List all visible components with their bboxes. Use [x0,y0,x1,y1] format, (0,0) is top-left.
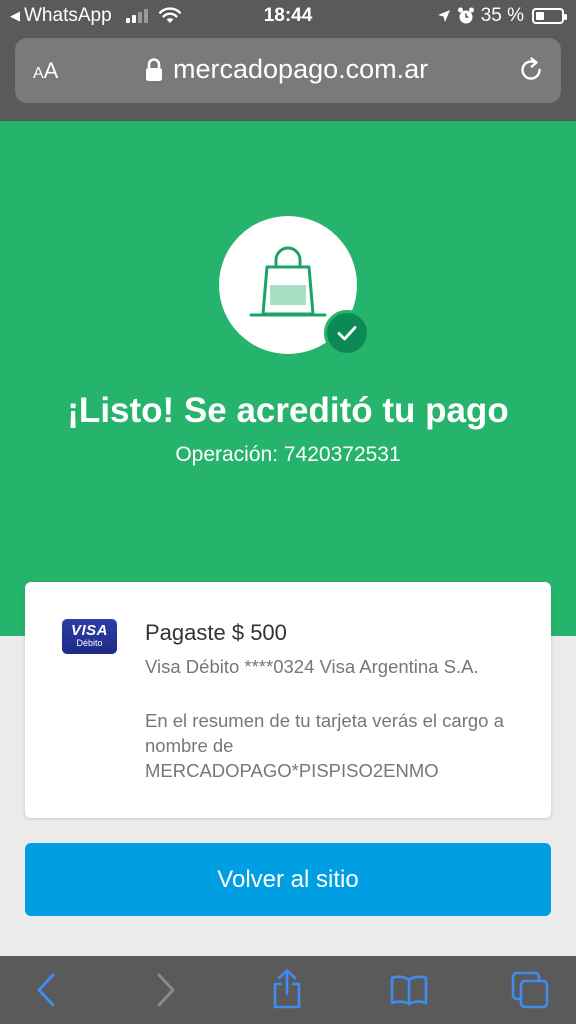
address-bar[interactable]: AA mercadopago.com.ar [15,38,561,103]
battery-fill [536,12,545,20]
tabs-icon[interactable] [510,970,550,1010]
success-check-badge [324,310,370,356]
alarm-icon [457,7,474,24]
battery-icon [532,8,567,24]
card-detail: Visa Débito ****0324 Visa Argentina S.A. [145,656,479,677]
share-icon[interactable] [270,968,304,1010]
battery-percentage: 35 % [480,5,524,26]
text-size-button[interactable]: AA [33,58,58,84]
location-icon [437,10,450,22]
browser-toolbar [0,956,576,1024]
back-to-site-button[interactable]: Volver al sitio [25,843,551,916]
success-title: ¡Listo! Se acreditó tu pago [67,391,509,430]
url-text: mercadopago.com.ar [173,54,429,84]
visa-debit-logo: VISA Débito [62,619,117,654]
lock-icon [146,58,162,81]
payment-summary-card: VISA Débito Pagaste $ 500 Visa Débito **… [25,582,551,818]
status-bar: ◀ WhatsApp 18:44 35 % [0,0,576,32]
browser-chrome: ◀ WhatsApp 18:44 35 % AA mercadopago.com… [0,0,576,121]
paid-amount: Pagaste $ 500 [145,620,287,645]
bookmarks-icon[interactable] [390,974,428,1006]
forward-arrow-icon[interactable] [152,972,178,1008]
back-arrow-icon[interactable] [34,972,60,1008]
statement-note: En el resumen de tu tarjeta verás el car… [145,710,504,781]
check-icon [337,326,357,341]
success-hero: ¡Listo! Se acreditó tu pago Operación: 7… [0,121,576,636]
operation-number: Operación: 7420372531 [175,443,401,466]
reload-icon[interactable] [517,56,545,84]
